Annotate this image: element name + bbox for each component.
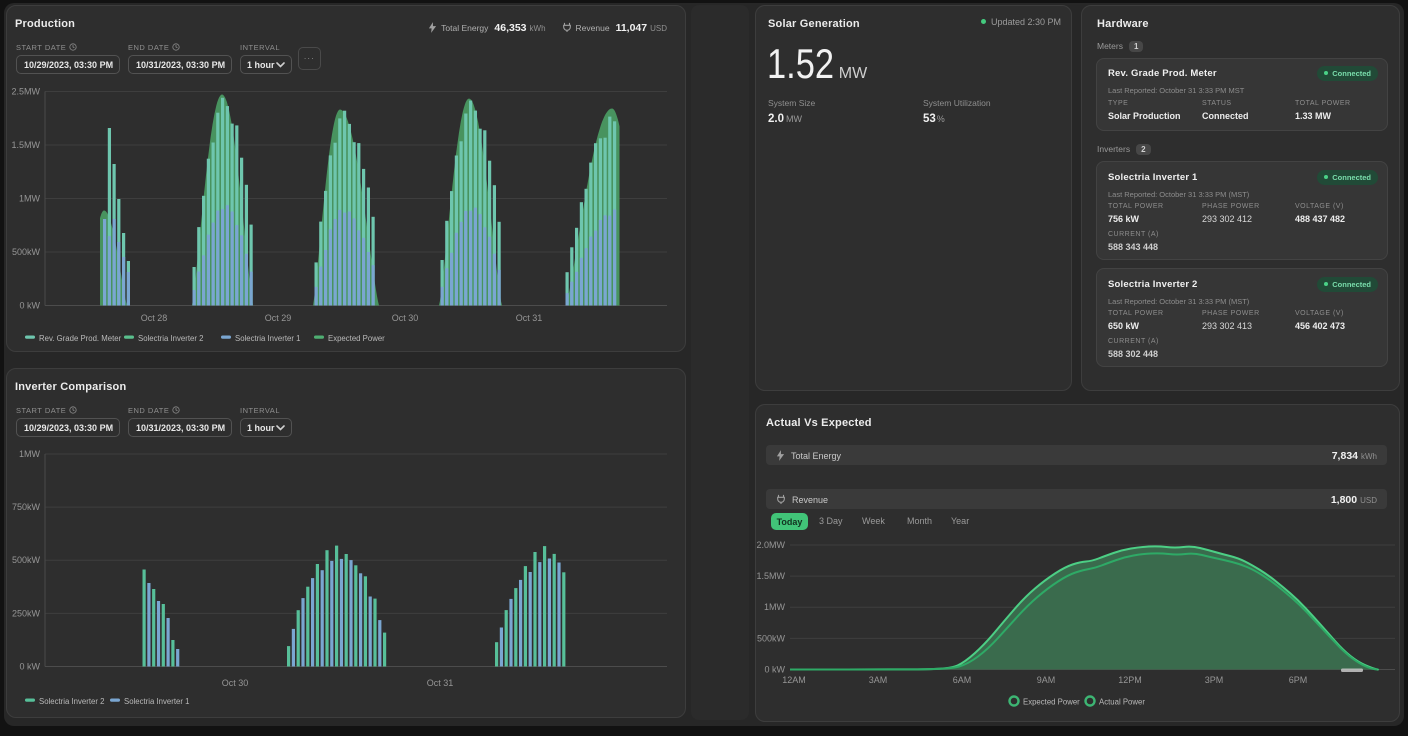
svg-text:6AM: 6AM <box>953 675 972 685</box>
svg-text:Actual Power: Actual Power <box>1099 698 1145 707</box>
svg-text:3AM: 3AM <box>869 675 888 685</box>
svg-text:1.5MW: 1.5MW <box>11 140 40 150</box>
svg-text:Oct 31: Oct 31 <box>516 313 543 323</box>
svg-text:Oct 30: Oct 30 <box>392 313 419 323</box>
svg-text:500kW: 500kW <box>12 247 41 257</box>
svg-text:Solectria Inverter 2: Solectria Inverter 2 <box>138 334 203 343</box>
svg-text:0 kW: 0 kW <box>19 662 40 672</box>
svg-text:2.5MW: 2.5MW <box>11 87 40 97</box>
svg-text:Expected Power: Expected Power <box>1023 698 1080 707</box>
svg-text:1.5MW: 1.5MW <box>756 571 785 581</box>
svg-text:Oct 30: Oct 30 <box>222 678 249 688</box>
svg-text:750kW: 750kW <box>12 502 41 512</box>
svg-text:500kW: 500kW <box>757 633 786 643</box>
svg-text:Solectria Inverter 1: Solectria Inverter 1 <box>124 697 189 706</box>
svg-text:Expected Power: Expected Power <box>328 334 385 343</box>
svg-text:3PM: 3PM <box>1205 675 1224 685</box>
svg-text:6PM: 6PM <box>1289 675 1308 685</box>
svg-text:12PM: 12PM <box>1118 675 1142 685</box>
svg-text:Rev. Grade Prod. Meter: Rev. Grade Prod. Meter <box>39 334 122 343</box>
svg-text:Oct 31: Oct 31 <box>427 678 454 688</box>
svg-text:Oct 29: Oct 29 <box>265 313 292 323</box>
svg-text:250kW: 250kW <box>12 608 41 618</box>
svg-text:500kW: 500kW <box>12 555 41 565</box>
svg-text:1MW: 1MW <box>19 449 41 459</box>
svg-text:2.0MW: 2.0MW <box>756 540 785 550</box>
svg-text:0 kW: 0 kW <box>764 665 785 675</box>
svg-text:Solectria Inverter 1: Solectria Inverter 1 <box>235 334 300 343</box>
svg-text:12AM: 12AM <box>782 675 806 685</box>
svg-text:1MW: 1MW <box>19 194 41 204</box>
svg-text:Solectria Inverter 2: Solectria Inverter 2 <box>39 697 104 706</box>
svg-text:0 kW: 0 kW <box>19 301 40 311</box>
svg-text:Oct 28: Oct 28 <box>141 313 168 323</box>
svg-text:9AM: 9AM <box>1037 675 1056 685</box>
svg-text:1MW: 1MW <box>764 602 786 612</box>
